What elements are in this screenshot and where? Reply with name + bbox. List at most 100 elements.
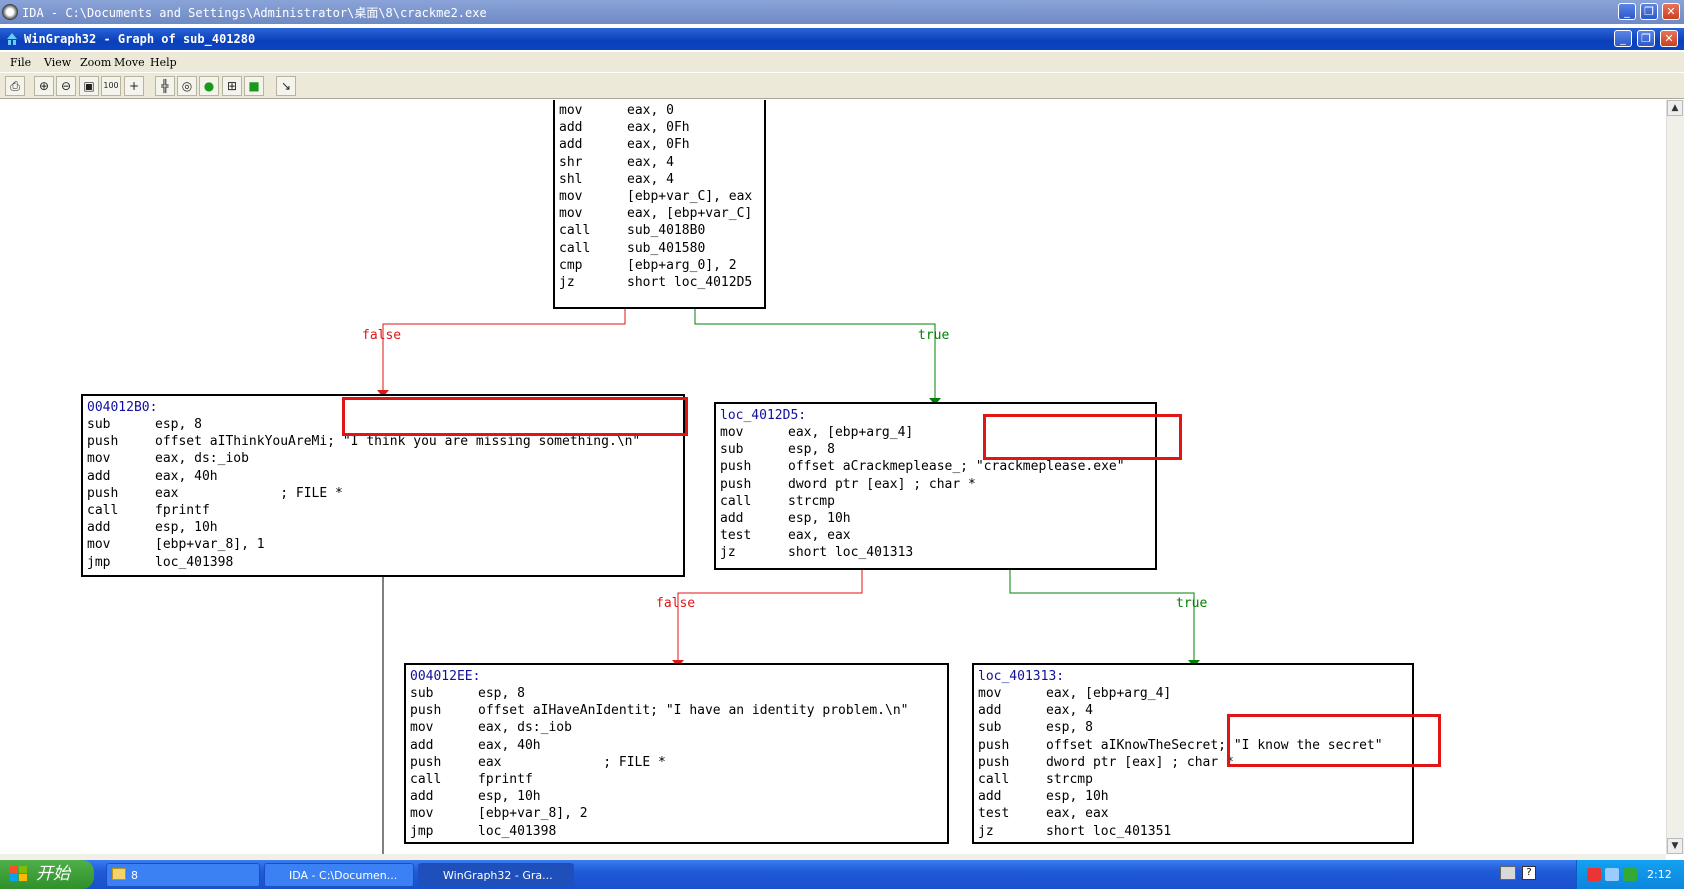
task-label: WinGraph32 - Gra... <box>443 869 553 882</box>
ida-minimize-button[interactable]: _ <box>1618 3 1636 20</box>
instruction-row[interactable]: call strcmp <box>978 771 1538 788</box>
instruction-row[interactable]: jmp loc_401398 <box>87 554 647 571</box>
operands: dword ptr [eax] ; char * <box>1046 754 1234 770</box>
instruction-row[interactable]: add esp, 10h <box>87 519 647 536</box>
center-icon[interactable]: + <box>124 76 144 96</box>
circle-icon[interactable]: ◎ <box>177 76 197 96</box>
instruction-row[interactable]: add esp, 10h <box>978 788 1538 805</box>
taskbar-task-folder[interactable]: 8 <box>106 863 260 887</box>
instruction-row[interactable]: test eax, eax <box>720 527 1280 544</box>
network-tray-icon[interactable] <box>1605 868 1619 881</box>
zoom-100-icon[interactable]: 100 <box>101 76 121 96</box>
instruction-row[interactable]: call sub_401580 <box>559 240 1119 257</box>
instruction-row[interactable]: mov eax, [ebp+var_C] <box>559 205 1119 222</box>
instruction-row[interactable]: call sub_4018B0 <box>559 222 1119 239</box>
menu-view[interactable]: View <box>44 55 71 70</box>
instruction-row[interactable]: jz short loc_401351 <box>978 823 1538 840</box>
operands: strcmp <box>1046 772 1093 787</box>
instruction-row[interactable]: push offset aCrackmeplease_; "crackmeplea… <box>720 458 1280 475</box>
mnemonic: push <box>410 703 442 719</box>
wingraph-maximize-button[interactable]: ❐ <box>1637 30 1655 47</box>
ida-restore-button[interactable]: ❐ <box>1640 3 1658 20</box>
graph-node-top[interactable]: mov eax, 0 add eax, 0Fh add eax, 0Fh shr eax, 4… <box>553 100 766 309</box>
instruction-row[interactable]: mov [ebp+var_8], 1 <box>87 536 647 553</box>
security-tray-icon[interactable] <box>1587 868 1601 881</box>
instruction-row[interactable]: mov [ebp+var_8], 2 <box>410 805 970 822</box>
instruction-row[interactable]: shl eax, 4 <box>559 171 1119 188</box>
layout-icon[interactable]: ╬ <box>155 76 175 96</box>
instruction-row[interactable]: call fprintf <box>410 771 970 788</box>
mnemonic: call <box>978 772 1010 787</box>
menu-move[interactable]: Move <box>114 55 145 70</box>
operands: eax, 40h <box>478 737 541 753</box>
instruction-row[interactable]: add eax, 0Fh <box>559 136 1119 153</box>
instruction-row[interactable]: mov [ebp+var_C], eax <box>559 188 1119 205</box>
instruction-row[interactable]: add eax, 40h <box>410 737 970 754</box>
vertical-scrollbar[interactable]: ▲ ▼ <box>1666 100 1684 854</box>
mnemonic: jmp <box>87 554 111 570</box>
instruction-row[interactable]: mov eax, 0 <box>559 102 1119 119</box>
edge-label-true-2: true <box>1176 596 1208 611</box>
instruction-row[interactable]: call strcmp <box>720 493 1280 510</box>
menu-help[interactable]: Help <box>150 55 177 70</box>
cursor-icon[interactable]: ↘ <box>276 76 296 96</box>
operands: [ebp+arg_0], 2 <box>627 257 737 273</box>
taskbar-task-wingraph[interactable]: WinGraph32 - Gra... <box>418 863 574 887</box>
instruction-row[interactable]: jmp loc_401398 <box>410 823 970 840</box>
instruction-row[interactable]: push offset aIHaveAnIdentit; "I have an i… <box>410 702 970 719</box>
green-arrow-icon[interactable]: ● <box>199 76 219 96</box>
mnemonic: sub <box>410 686 434 701</box>
scroll-up-icon[interactable]: ▲ <box>1667 100 1683 116</box>
operands: eax, 0Fh <box>627 120 690 136</box>
mnemonic: shl <box>559 171 583 187</box>
mnemonic: push <box>978 754 1010 770</box>
graph-node-004012ee[interactable]: 004012EE: sub esp, 8 push offset aIHaveAnId… <box>404 663 949 844</box>
print-icon[interactable]: ⎙ <box>5 76 25 96</box>
taskbar-task-ida[interactable]: IDA - C:\Documen... <box>264 863 414 887</box>
instruction-row[interactable]: push eax ; FILE * <box>410 754 970 771</box>
fit-icon[interactable]: ▣ <box>79 76 99 96</box>
scroll-down-icon[interactable]: ▼ <box>1667 838 1683 854</box>
navigate-icon[interactable]: ■ <box>244 76 264 96</box>
instruction-row[interactable]: mov eax, ds:_iob <box>87 450 647 467</box>
menu-zoom[interactable]: Zoom <box>80 55 111 70</box>
instruction-row[interactable]: push dword ptr [eax] ; char * <box>720 476 1280 493</box>
instruction-row[interactable]: add eax, 40h <box>87 468 647 485</box>
help-tray-icon[interactable]: ? <box>1522 866 1536 880</box>
instruction-row[interactable]: cmp [ebp+arg_0], 2 <box>559 257 1119 274</box>
operands: offset aCrackmeplease_; "crackmeplease.e… <box>788 459 1125 475</box>
ida-close-button[interactable]: ✕ <box>1662 3 1680 20</box>
wingraph-minimize-button[interactable]: _ <box>1614 30 1632 47</box>
graph-canvas[interactable]: false true false true mov eax, 0 add eax, 0… <box>0 100 1666 854</box>
keyboard-tray-icon[interactable] <box>1500 866 1516 880</box>
mnemonic: add <box>978 789 1002 805</box>
menu-file[interactable]: File <box>10 55 31 70</box>
instruction-row[interactable]: test eax, eax <box>978 805 1538 822</box>
instruction-row[interactable]: call fprintf <box>87 502 647 519</box>
mnemonic: push <box>410 754 442 770</box>
shield-tray-icon[interactable] <box>1623 868 1637 881</box>
task-label: 8 <box>131 869 138 882</box>
instruction-row[interactable]: shr eax, 4 <box>559 154 1119 171</box>
wingraph-close-button[interactable]: ✕ <box>1660 30 1678 47</box>
operands: [ebp+var_C], eax <box>627 189 753 204</box>
operands: sub_4018B0 <box>627 223 706 239</box>
operands: eax ; FILE * <box>155 485 343 501</box>
instruction-row[interactable]: add eax, 0Fh <box>559 119 1119 136</box>
highlight-box-know-secret <box>1227 714 1441 767</box>
overview-icon[interactable]: ⊞ <box>222 76 242 96</box>
zoom-in-icon[interactable]: ⊕ <box>34 76 54 96</box>
wingraph-app-icon <box>4 31 20 47</box>
instruction-row[interactable]: push eax ; FILE * <box>87 485 647 502</box>
zoom-out-icon[interactable]: ⊖ <box>56 76 76 96</box>
operands: dword ptr [eax] ; char * <box>788 476 976 492</box>
instruction-row[interactable]: add esp, 10h <box>720 510 1280 527</box>
instruction-row[interactable]: mov eax, [ebp+arg_4] <box>978 685 1538 702</box>
instruction-row[interactable]: jz short loc_4012D5 <box>559 274 1119 291</box>
instruction-row[interactable]: sub esp, 8 <box>410 685 970 702</box>
task-label: IDA - C:\Documen... <box>289 869 398 882</box>
instruction-row[interactable]: add esp, 10h <box>410 788 970 805</box>
mnemonic: push <box>87 485 119 501</box>
instruction-row[interactable]: jz short loc_401313 <box>720 544 1280 561</box>
instruction-row[interactable]: mov eax, ds:_iob <box>410 719 970 736</box>
